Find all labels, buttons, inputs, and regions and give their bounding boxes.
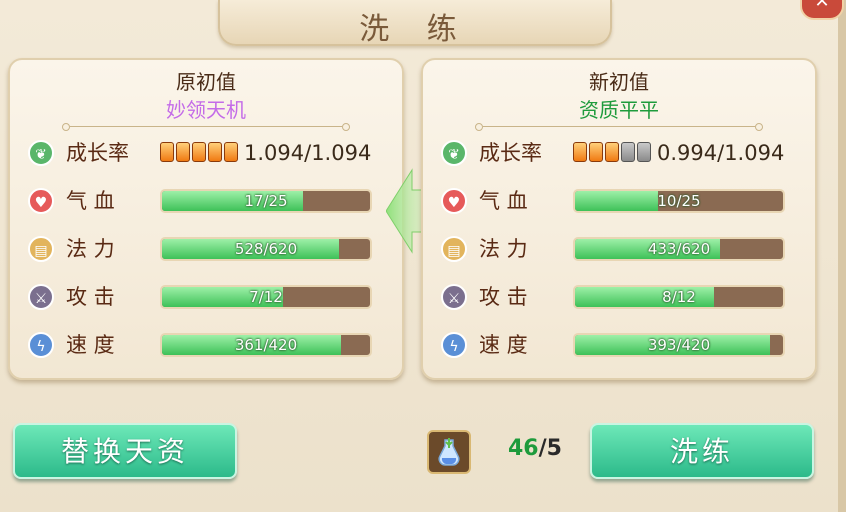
stat-bar: 393/420 — [573, 333, 785, 357]
sprout-icon: ❦ — [441, 140, 467, 166]
growth-star-filled — [192, 142, 206, 162]
stat-row-hp: ♥ 气 血 10/25 — [441, 186, 801, 216]
stat-value: 393/420 — [647, 336, 711, 354]
sprout-icon: ❦ — [28, 140, 54, 166]
scroll-icon: ▤ — [28, 236, 54, 262]
stat-row-spd: ϟ 速 度 393/420 — [441, 330, 801, 360]
growth-star-filled — [208, 142, 222, 162]
potion-bottle-icon — [438, 438, 460, 466]
lightning-icon: ϟ — [441, 332, 467, 358]
stat-value: 528/620 — [234, 240, 298, 258]
stat-row-atk: ⚔ 攻 击 8/12 — [441, 282, 801, 312]
panel-heading: 原初值 — [176, 70, 236, 94]
material-separator: / — [538, 436, 547, 461]
stat-row-spd: ϟ 速 度 361/420 — [28, 330, 388, 360]
stat-label: 法 力 — [66, 237, 115, 261]
growth-star-filled — [176, 142, 190, 162]
stat-bar: 17/25 — [160, 189, 372, 213]
stat-label: 气 血 — [479, 189, 528, 213]
growth-label: 成长率 — [479, 141, 542, 165]
growth-value: 0.994/1.094 — [657, 141, 785, 165]
stat-row-mp: ▤ 法 力 433/620 — [441, 234, 801, 264]
growth-row: ❦ 成长率 0.994/1.094 — [441, 138, 801, 168]
growth-star-empty — [637, 142, 651, 162]
divider — [62, 123, 350, 131]
stat-value: 10/25 — [657, 192, 701, 210]
stat-bar: 7/12 — [160, 285, 372, 309]
stat-value: 433/620 — [647, 240, 711, 258]
stat-label: 法 力 — [479, 237, 528, 261]
growth-star-filled — [605, 142, 619, 162]
growth-label: 成长率 — [66, 141, 129, 165]
stat-value: 361/420 — [234, 336, 298, 354]
refine-button[interactable]: 洗练 — [590, 423, 814, 479]
stat-row-mp: ▤ 法 力 528/620 — [28, 234, 388, 264]
material-count: 46/5 — [508, 436, 562, 461]
stat-bar: 433/620 — [573, 237, 785, 261]
item-slot[interactable] — [427, 430, 471, 474]
growth-star-filled — [589, 142, 603, 162]
stat-value: 17/25 — [244, 192, 288, 210]
dialog-title: 洗 练 — [359, 12, 471, 47]
original-values-panel: 原初值 妙领天机 ❦ 成长率 1.094/1.094 ♥ 气 血 17/25 ▤… — [8, 58, 404, 380]
growth-star-filled — [224, 142, 238, 162]
growth-value: 1.094/1.094 — [244, 141, 372, 165]
stat-bar: 361/420 — [160, 333, 372, 357]
stat-row-hp: ♥ 气 血 17/25 — [28, 186, 388, 216]
stat-value: 7/12 — [249, 288, 283, 306]
replace-aptitude-button[interactable]: 替换天资 — [13, 423, 237, 479]
stat-label: 速 度 — [66, 333, 115, 357]
stat-label: 攻 击 — [66, 285, 115, 309]
growth-star-filled — [573, 142, 587, 162]
quality-label: 资质平平 — [579, 98, 659, 122]
sword-icon: ⚔ — [28, 284, 54, 310]
sword-icon: ⚔ — [441, 284, 467, 310]
stat-bar: 528/620 — [160, 237, 372, 261]
title-banner: 洗 练 — [218, 0, 612, 47]
growth-stars — [573, 142, 653, 164]
close-button[interactable]: ✕ — [800, 0, 844, 20]
divider — [475, 123, 763, 131]
stat-bar: 8/12 — [573, 285, 785, 309]
material-need: 5 — [546, 436, 562, 461]
new-values-panel: 新初值 资质平平 ❦ 成长率 0.994/1.094 ♥ 气 血 10/25 ▤… — [421, 58, 817, 380]
growth-stars — [160, 142, 240, 164]
stat-value: 8/12 — [662, 288, 696, 306]
heart-icon: ♥ — [441, 188, 467, 214]
stat-label: 攻 击 — [479, 285, 528, 309]
stat-label: 气 血 — [66, 189, 115, 213]
stat-label: 速 度 — [479, 333, 528, 357]
scroll-icon: ▤ — [441, 236, 467, 262]
growth-row: ❦ 成长率 1.094/1.094 — [28, 138, 388, 168]
refine-dialog: 洗 练 ✕ 原初值 妙领天机 ❦ 成长率 1.094/1.094 ♥ 气 血 1… — [0, 0, 846, 512]
growth-star-empty — [621, 142, 635, 162]
lightning-icon: ϟ — [28, 332, 54, 358]
stat-row-atk: ⚔ 攻 击 7/12 — [28, 282, 388, 312]
panel-heading: 新初值 — [589, 70, 649, 94]
material-have: 46 — [508, 436, 539, 461]
quality-label: 妙领天机 — [166, 98, 246, 122]
stat-bar: 10/25 — [573, 189, 785, 213]
growth-star-filled — [160, 142, 174, 162]
heart-icon: ♥ — [28, 188, 54, 214]
